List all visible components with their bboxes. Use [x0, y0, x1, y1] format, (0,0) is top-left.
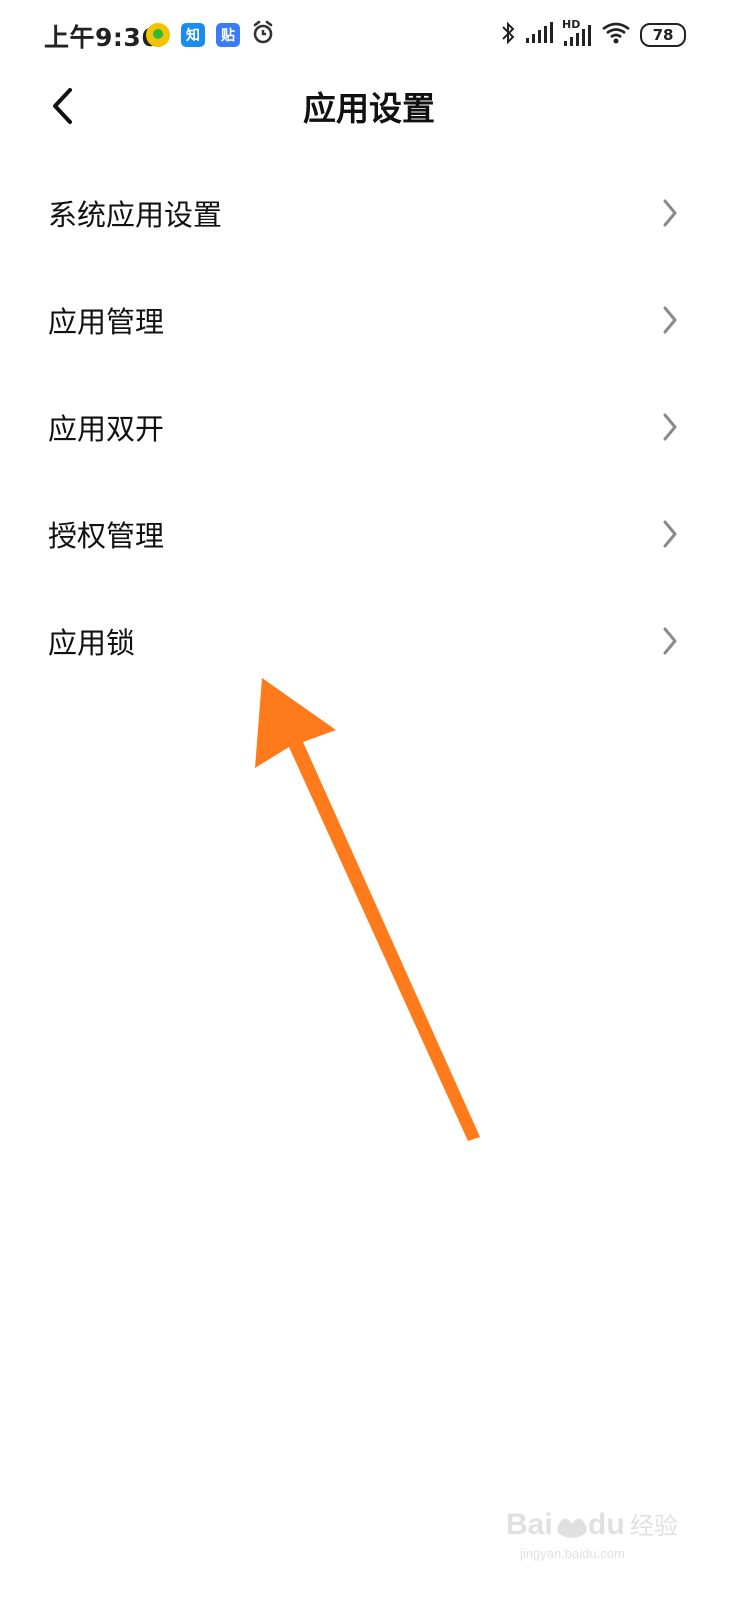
baidu-jingyan-watermark: Bai du 经验 jingyan.baidu.com — [506, 1508, 678, 1561]
alarm-icon — [251, 20, 275, 50]
svg-text:jingyan.baidu.com: jingyan.baidu.com — [519, 1546, 625, 1561]
list-item-app-management[interactable]: 应用管理 — [0, 267, 738, 374]
notification-icons: 知 贴 — [146, 20, 275, 50]
list-item-label: 系统应用设置 — [48, 198, 223, 232]
wifi-icon — [601, 21, 631, 49]
status-time: 上午9:36 — [44, 23, 160, 52]
chevron-right-icon — [663, 520, 677, 548]
tieba-app-icon: 贴 — [216, 23, 240, 47]
page-title: 应用设置 — [303, 89, 435, 128]
chevron-right-icon — [663, 627, 677, 655]
list-item-label: 应用管理 — [48, 305, 165, 339]
svg-text:经验: 经验 — [630, 1512, 678, 1540]
chevron-right-icon — [663, 199, 677, 227]
hd-signal-icon: HD — [562, 18, 592, 48]
list-item-dual-apps[interactable]: 应用双开 — [0, 374, 738, 481]
chevron-right-icon — [663, 306, 677, 334]
list-item-label: 应用锁 — [48, 626, 136, 660]
chevron-right-icon — [663, 413, 677, 441]
settings-list: 系统应用设置 应用管理 应用双开 授权管理 应用锁 — [0, 160, 738, 695]
list-item-app-lock[interactable]: 应用锁 — [0, 588, 738, 695]
music-app-icon — [146, 23, 170, 47]
list-item-permissions[interactable]: 授权管理 — [0, 481, 738, 588]
list-item-label: 授权管理 — [48, 519, 165, 553]
signal-strength-icon — [525, 21, 553, 49]
svg-text:Bai: Bai — [506, 1508, 553, 1541]
status-bar: 上午9:36 知 贴 HD 78 — [0, 0, 738, 70]
bluetooth-icon — [500, 20, 516, 50]
list-item-system-app-settings[interactable]: 系统应用设置 — [0, 160, 738, 267]
list-item-label: 应用双开 — [48, 412, 165, 446]
battery-indicator: 78 — [640, 23, 686, 47]
page-header: 应用设置 — [0, 72, 738, 142]
zhihu-app-icon: 知 — [181, 23, 205, 47]
status-indicators: HD 78 — [500, 18, 686, 50]
svg-text:du: du — [588, 1508, 625, 1541]
app-settings-screen: 上午9:36 知 贴 HD 78 应用设置 系统应用设置 应用管理 应用双开 授… — [0, 0, 738, 1600]
